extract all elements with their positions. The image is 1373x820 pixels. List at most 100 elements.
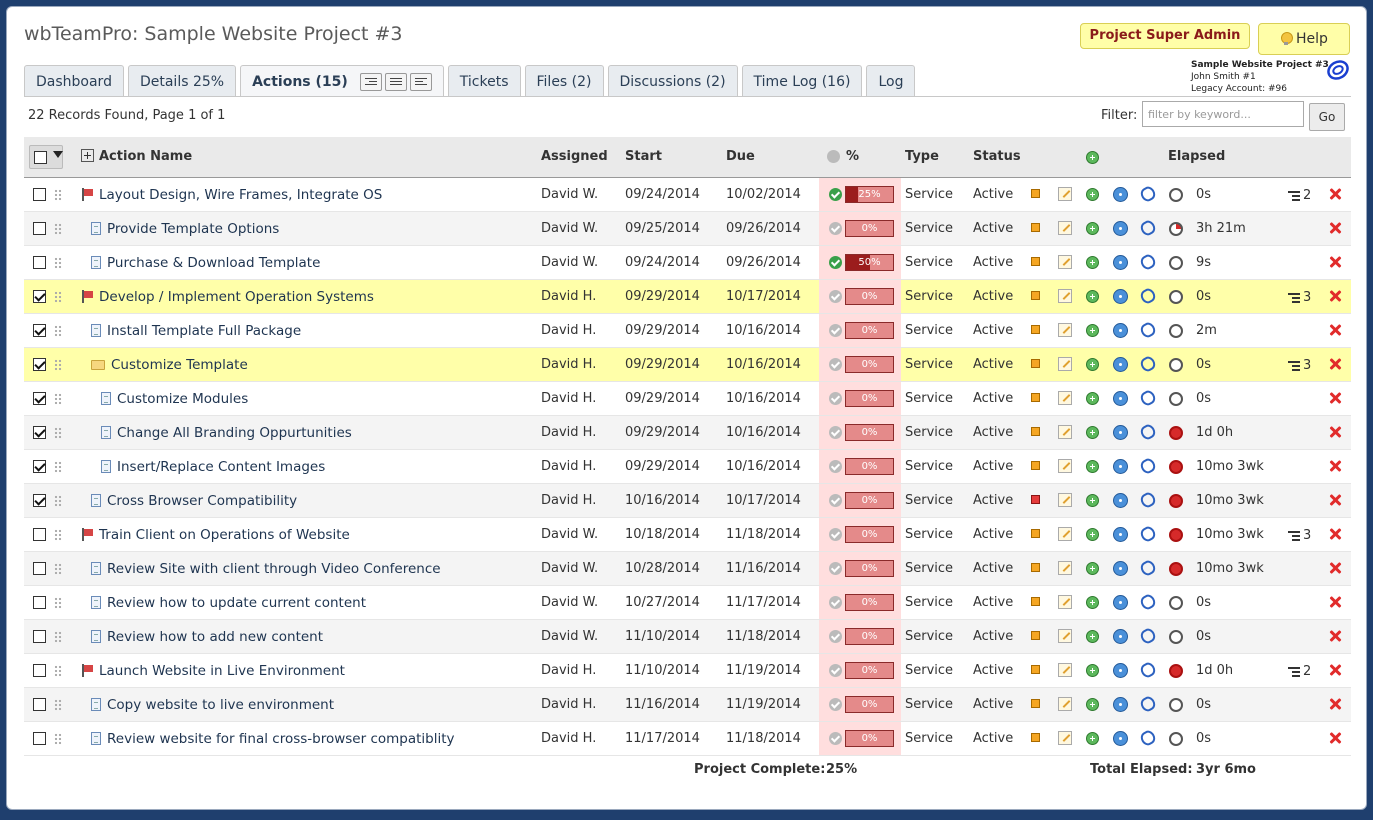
edit-icon[interactable] [1058, 493, 1072, 507]
priority-flag-icon[interactable] [1031, 461, 1040, 470]
tab-discussions[interactable]: Discussions (2) [607, 65, 738, 97]
action-name-link[interactable]: Change All Branding Oppurtunities [101, 425, 352, 441]
col-due[interactable]: Due [726, 149, 755, 164]
complete-check-icon[interactable] [829, 324, 842, 337]
row-checkbox[interactable] [33, 698, 46, 711]
complete-check-icon[interactable] [829, 358, 842, 371]
drag-handle-icon[interactable] [54, 427, 62, 439]
delete-icon[interactable] [1328, 629, 1342, 643]
filter-input[interactable] [1142, 101, 1304, 127]
tab-dashboard[interactable]: Dashboard [24, 65, 124, 97]
delete-icon[interactable] [1328, 561, 1342, 575]
add-subaction-icon[interactable] [1086, 664, 1099, 677]
delete-icon[interactable] [1328, 459, 1342, 473]
table-row[interactable]: Insert/Replace Content Images David H. 09/… [24, 450, 1351, 484]
log-time-icon[interactable] [1113, 731, 1128, 746]
edit-icon[interactable] [1058, 595, 1072, 609]
add-subaction-icon[interactable] [1086, 562, 1099, 575]
drag-handle-icon[interactable] [54, 597, 62, 609]
timer-icon[interactable] [1169, 188, 1183, 202]
timer-icon[interactable] [1169, 256, 1183, 270]
add-subaction-icon[interactable] [1086, 494, 1099, 507]
log-time-icon[interactable] [1113, 697, 1128, 712]
edit-icon[interactable] [1058, 629, 1072, 643]
tab-actions[interactable]: Actions (15) [240, 65, 444, 97]
add-subaction-icon[interactable] [1086, 392, 1099, 405]
priority-flag-icon[interactable] [1031, 665, 1040, 674]
complete-check-icon[interactable] [829, 732, 842, 745]
col-elapsed[interactable]: Elapsed [1168, 149, 1225, 164]
table-row[interactable]: Copy website to live environment David H.… [24, 688, 1351, 722]
tab-tickets[interactable]: Tickets [447, 65, 521, 97]
link-icon[interactable] [1138, 592, 1158, 612]
complete-check-icon[interactable] [829, 596, 842, 609]
tab-log[interactable]: Log [866, 65, 916, 97]
complete-check-icon[interactable] [829, 460, 842, 473]
tab-files[interactable]: Files (2) [524, 65, 604, 97]
log-time-icon[interactable] [1113, 255, 1128, 270]
list-view-icon[interactable] [384, 72, 407, 91]
log-time-icon[interactable] [1113, 357, 1128, 372]
delete-icon[interactable] [1328, 493, 1342, 507]
add-subaction-icon[interactable] [1086, 630, 1099, 643]
add-subaction-icon[interactable] [1086, 324, 1099, 337]
indent-view-icon[interactable] [359, 72, 382, 91]
complete-check-icon[interactable] [829, 290, 842, 303]
priority-flag-icon[interactable] [1031, 597, 1040, 606]
table-row[interactable]: Develop / Implement Operation Systems Dav… [24, 280, 1351, 314]
complete-check-icon[interactable] [829, 188, 842, 201]
col-status[interactable]: Status [973, 149, 1021, 164]
complete-check-icon[interactable] [829, 562, 842, 575]
add-subaction-icon[interactable] [1086, 222, 1099, 235]
row-checkbox[interactable] [33, 664, 46, 677]
col-action-name[interactable]: Action Name [81, 149, 192, 164]
edit-icon[interactable] [1058, 527, 1072, 541]
complete-check-icon[interactable] [829, 494, 842, 507]
timer-icon[interactable] [1169, 426, 1183, 440]
edit-icon[interactable] [1058, 289, 1072, 303]
table-row[interactable]: Train Client on Operations of Website Dav… [24, 518, 1351, 552]
row-checkbox[interactable] [33, 460, 46, 473]
drag-handle-icon[interactable] [54, 189, 62, 201]
row-checkbox[interactable] [33, 392, 46, 405]
row-checkbox[interactable] [33, 358, 46, 371]
priority-flag-icon[interactable] [1031, 393, 1040, 402]
link-icon[interactable] [1138, 218, 1158, 238]
drag-handle-icon[interactable] [54, 461, 62, 473]
action-name-link[interactable]: Develop / Implement Operation Systems [81, 289, 374, 305]
complete-check-icon[interactable] [829, 664, 842, 677]
add-action-icon[interactable] [1086, 151, 1099, 164]
table-row[interactable]: Customize Modules David H. 09/29/2014 10/16… [24, 382, 1351, 416]
select-all-dropdown[interactable] [29, 145, 63, 169]
action-name-link[interactable]: Review how to add new content [91, 629, 323, 645]
row-checkbox[interactable] [33, 494, 46, 507]
action-name-link[interactable]: Insert/Replace Content Images [101, 459, 325, 475]
complete-check-icon[interactable] [829, 222, 842, 235]
complete-check-icon[interactable] [829, 256, 842, 269]
table-row[interactable]: Provide Template Options David W. 09/25/20… [24, 212, 1351, 246]
add-subaction-icon[interactable] [1086, 188, 1099, 201]
select-all-checkbox[interactable] [34, 151, 47, 164]
log-time-icon[interactable] [1113, 561, 1128, 576]
add-subaction-icon[interactable] [1086, 732, 1099, 745]
drag-handle-icon[interactable] [54, 291, 62, 303]
delete-icon[interactable] [1328, 357, 1342, 371]
log-time-icon[interactable] [1113, 323, 1128, 338]
action-name-link[interactable]: Copy website to live environment [91, 697, 334, 713]
link-icon[interactable] [1138, 558, 1158, 578]
action-name-link[interactable]: Review how to update current content [91, 595, 366, 611]
table-row[interactable]: Change All Branding Oppurtunities David H… [24, 416, 1351, 450]
col-percent[interactable]: % [846, 149, 859, 164]
action-name-link[interactable]: Launch Website in Live Environment [81, 663, 345, 679]
action-name-link[interactable]: Layout Design, Wire Frames, Integrate OS [81, 187, 382, 203]
link-icon[interactable] [1138, 354, 1158, 374]
col-type[interactable]: Type [905, 149, 939, 164]
drag-handle-icon[interactable] [54, 495, 62, 507]
add-subaction-icon[interactable] [1086, 596, 1099, 609]
edit-icon[interactable] [1058, 221, 1072, 235]
edit-icon[interactable] [1058, 561, 1072, 575]
col-start[interactable]: Start [625, 149, 662, 164]
action-name-link[interactable]: Customize Template [91, 357, 248, 373]
delete-icon[interactable] [1328, 255, 1342, 269]
edit-icon[interactable] [1058, 459, 1072, 473]
